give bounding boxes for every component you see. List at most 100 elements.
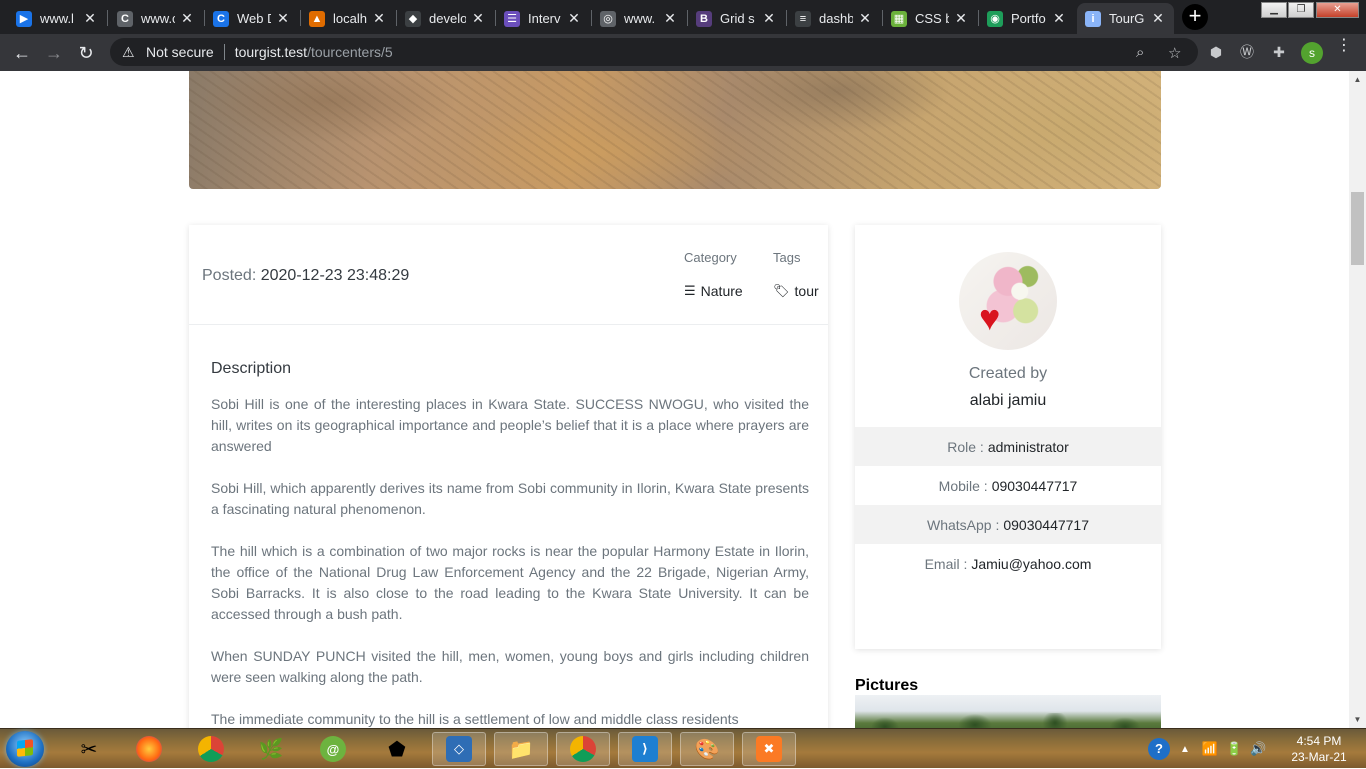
page-scrollbar[interactable]: ▲ ▼ [1349,71,1366,728]
extensions-puzzle-icon[interactable]: ✚ [1270,43,1288,61]
extension-w-icon[interactable]: Ⓦ [1238,43,1256,61]
back-button[interactable]: ← [9,40,35,66]
whatsapp-label: WhatsApp : [926,516,1000,533]
tab-title: TourG [1109,11,1145,26]
system-tray: ? ▲ 📶 🔋 🔊 [1148,729,1266,769]
virtualbox-icon[interactable]: ◇ [432,732,486,766]
browser-tab[interactable]: B Grid s ✕ [688,3,785,34]
xampp-icon[interactable]: ✖ [742,732,796,766]
tag-link[interactable]: 🏷 tour [773,283,819,299]
tab-close-icon[interactable]: ✕ [953,10,969,27]
tag-value[interactable]: tour [795,283,819,299]
whatsapp-row: WhatsApp : 09030447717 [855,505,1161,544]
browser-tab[interactable]: ▦ CSS b ✕ [883,3,977,34]
browser-tab[interactable]: ◉ Portfo ✕ [979,3,1075,34]
warning-icon[interactable]: ⚠ [122,45,138,59]
tab-favicon-icon: ≡ [795,10,811,27]
description-paragraph: When SUNDAY PUNCH visited the hill, men,… [211,648,809,685]
tab-favicon-icon: ◆ [405,10,421,27]
tab-title: Portfo [1011,11,1046,26]
description-paragraph: The hill which is a combination of two m… [211,543,809,622]
security-label[interactable]: Not secure [146,44,214,60]
snipping-tool-icon[interactable]: ✂ [62,732,116,766]
tab-close-icon[interactable]: ✕ [662,10,678,27]
file-explorer-icon[interactable]: 📁 [494,732,548,766]
browser-tab[interactable]: Cwww.c ✕ [109,3,203,34]
browser-tab[interactable]: ▲ localh ✕ [301,3,395,34]
tab-close-icon[interactable]: ✕ [470,10,486,27]
posted-value: 2020-12-23 23:48:29 [260,267,410,284]
tab-close-icon[interactable]: ✕ [761,10,777,27]
shield-app-icon[interactable]: ⬟ [370,732,424,766]
url-host[interactable]: tourgist.test [235,44,307,60]
windows-logo-icon [17,739,33,757]
tab-favicon-icon: ◎ [600,10,616,27]
virtualbox-glyph: ◇ [446,736,472,762]
browser-tab[interactable]: ◆ develo ✕ [397,3,494,34]
browser-tab[interactable]: ▶ www.l ✕ [8,3,106,34]
url-path[interactable]: /tourcenters/5 [307,44,393,60]
browser-tab[interactable]: ≡ dashb ✕ [787,3,881,34]
forward-button[interactable]: → [41,40,67,66]
browser-menu-icon[interactable]: ⋮ [1336,38,1352,54]
tab-favicon-icon: i [1085,10,1101,27]
browser-tab[interactable]: C Web D ✕ [205,3,299,34]
tab-active[interactable]: i TourG ✕ [1077,3,1174,34]
new-tab-button[interactable]: + [1182,4,1208,30]
tab-close-icon[interactable]: ✕ [1051,10,1067,27]
category-link[interactable]: ☰ Nature [684,283,743,299]
paint-icon[interactable]: 🎨 [680,732,734,766]
zoom-icon[interactable]: ⌕ [1136,44,1144,61]
chameleon-app-icon[interactable]: @ [306,732,360,766]
category-label: Category [684,250,737,265]
tab-close-icon[interactable]: ✕ [1150,10,1166,27]
vscode-icon[interactable]: ⟩ [618,732,672,766]
volume-icon[interactable]: 🔊 [1250,741,1266,757]
battery-icon[interactable]: 🔋 [1226,741,1242,757]
help-icon[interactable]: ? [1148,738,1170,760]
scroll-down-arrow-icon[interactable]: ▼ [1349,711,1366,728]
tab-close-icon[interactable]: ✕ [82,10,98,27]
role-value: administrator [987,438,1069,455]
system-clock[interactable]: 4:54 PM 23-Mar-21 [1284,733,1354,765]
media-app-icon[interactable]: 🌿 [244,732,298,766]
tab-close-icon[interactable]: ✕ [179,10,195,27]
address-bar[interactable]: ⚠ Not secure tourgist.test/tourcenters/5… [110,38,1198,66]
tab-close-icon[interactable]: ✕ [371,10,387,27]
tab-favicon-icon: ▶ [16,10,32,27]
show-hidden-icons-icon[interactable]: ▲ [1180,744,1190,755]
tab-favicon-icon: C [117,10,133,27]
extension-cube-icon[interactable]: ⬢ [1207,43,1225,61]
start-button[interactable] [6,731,44,767]
bookmark-star-icon[interactable]: ☆ [1168,44,1181,62]
minimize-button[interactable]: ▁ [1261,2,1287,18]
browser-tab[interactable]: ☰ Interv ✕ [496,3,590,34]
scroll-up-arrow-icon[interactable]: ▲ [1349,71,1366,88]
clock-date: 23-Mar-21 [1291,750,1347,764]
email-row: Email : Jamiu@yahoo.com [855,544,1161,583]
chrome-active-glyph [570,736,596,762]
scrollbar-thumb[interactable] [1351,192,1364,265]
picture-thumbnail[interactable] [855,695,1161,728]
description-paragraph: Sobi Hill, which apparently derives its … [211,480,809,517]
email-label: Email : [924,555,968,572]
creator-name: alabi jamiu [969,392,1047,409]
chrome-glyph [198,736,224,762]
close-window-button[interactable]: ✕ [1316,2,1359,18]
firefox-icon[interactable] [122,732,176,766]
tab-close-icon[interactable]: ✕ [275,10,291,27]
chrome-active-icon[interactable] [556,732,610,766]
tab-close-icon[interactable]: ✕ [857,10,873,27]
chrome-taskbar-icon[interactable] [184,732,238,766]
signal-icon[interactable]: 📶 [1202,741,1218,757]
reload-button[interactable]: ↻ [73,40,99,66]
tab-close-icon[interactable]: ✕ [566,10,582,27]
tab-title: dashb [819,11,853,26]
post-card: Posted: 2020-12-23 23:48:29 Category Tag… [189,225,828,728]
tab-favicon-icon: ▲ [309,10,325,27]
profile-avatar[interactable]: s [1301,42,1323,64]
browser-tab[interactable]: ◎ www. ✕ [592,3,686,34]
role-row: Role : administrator [855,427,1161,466]
category-value[interactable]: Nature [701,283,743,299]
maximize-button[interactable]: ❐ [1288,2,1314,18]
